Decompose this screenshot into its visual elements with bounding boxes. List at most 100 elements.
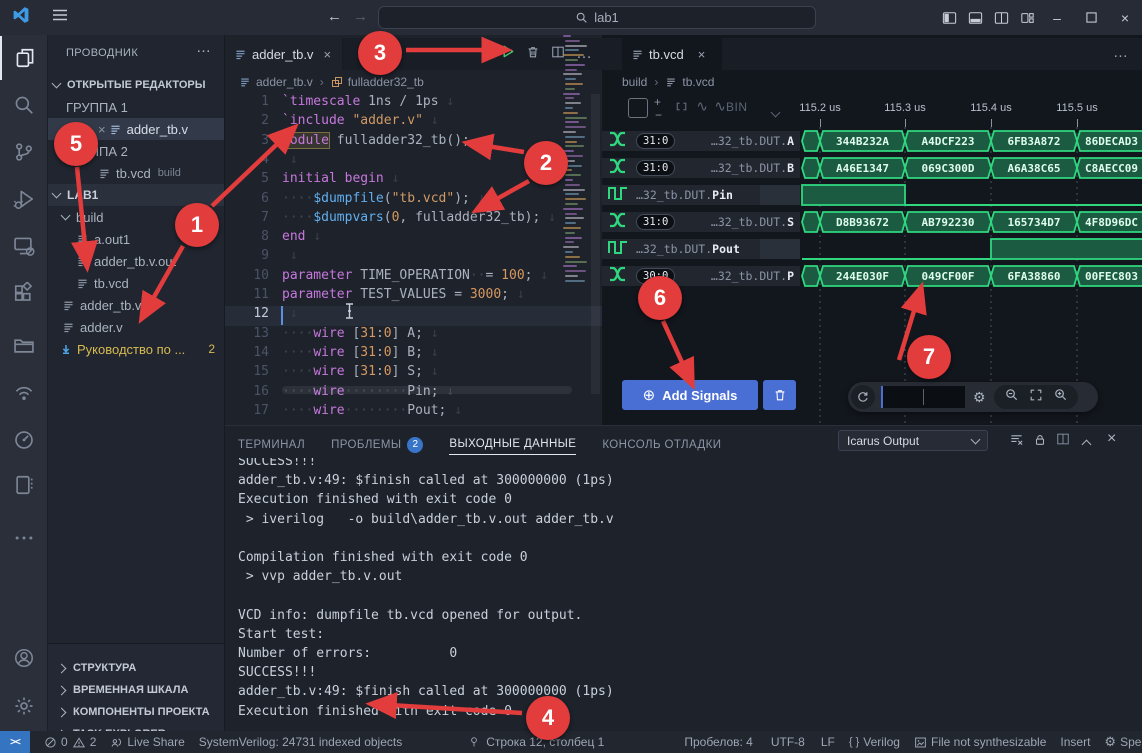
panel-tab-терминал[interactable]: ТЕРМИНАЛ bbox=[238, 439, 305, 451]
signal-row-Pin[interactable]: …32_tb.DUT.Pin bbox=[602, 185, 800, 205]
tree-item-build[interactable]: build bbox=[48, 206, 225, 228]
command-search-box[interactable]: lab1 bbox=[378, 6, 816, 29]
tree-item--...[interactable]: Руководство по ...2 bbox=[48, 338, 225, 360]
cursor-position[interactable]: Строка 12, столбец 1 bbox=[486, 735, 604, 749]
nav-forward-icon[interactable]: → bbox=[353, 8, 368, 25]
panel-tab-проблемы[interactable]: ПРОБЛЕМЫ2 bbox=[331, 437, 423, 453]
tree-item--2[interactable]: ГРУППА 2 bbox=[48, 140, 225, 162]
run-button[interactable] bbox=[500, 44, 515, 64]
delete-signals-button[interactable] bbox=[763, 380, 796, 410]
lock-icon[interactable] bbox=[1033, 432, 1047, 452]
code-editor[interactable]: 1`timescale 1ns / 1ps ↓2`include "adder.… bbox=[225, 94, 602, 425]
activity-wireless-icon[interactable] bbox=[0, 370, 48, 414]
signal-row-Pout[interactable]: …32_tb.DUT.Pout bbox=[602, 239, 800, 259]
tree-item-adder_tb.v.out[interactable]: adder_tb.v.out bbox=[48, 250, 225, 272]
zoom-out-button[interactable] bbox=[1004, 387, 1019, 407]
refresh-button[interactable] bbox=[851, 385, 875, 409]
output-channel-select[interactable]: Icarus Output bbox=[838, 430, 988, 451]
breadcrumb-symbol[interactable]: fulladder32_tb bbox=[348, 75, 424, 89]
goto-symbol-icon[interactable] bbox=[468, 735, 480, 749]
tree-item-a.out1[interactable]: a.out1 bbox=[48, 228, 225, 250]
gear-icon[interactable]: ⚙ bbox=[973, 389, 986, 406]
close-panel-icon[interactable]: × bbox=[1107, 430, 1116, 448]
close-icon[interactable]: × bbox=[98, 122, 106, 137]
toggle-sidebar-icon[interactable] bbox=[936, 0, 962, 35]
tab-tb-vcd[interactable]: tb.vcd × bbox=[622, 38, 722, 70]
problems-status[interactable]: 0 2 bbox=[44, 735, 96, 749]
clear-output-icon[interactable] bbox=[1009, 432, 1024, 452]
wave-breadcrumb[interactable]: build › tb.vcd bbox=[622, 70, 1122, 94]
explorer-more-actions-icon[interactable]: … bbox=[196, 39, 211, 56]
signal-row-S[interactable]: 31:0…32_tb.DUT.S bbox=[602, 212, 800, 232]
minimize-button[interactable]: – bbox=[1040, 0, 1074, 35]
tree-item-adder_tb.v[interactable]: adder_tb.v bbox=[48, 294, 225, 316]
tree-item-adder.v[interactable]: adder.v bbox=[48, 316, 225, 338]
editor-scrollbar[interactable] bbox=[591, 94, 600, 394]
add-signals-button[interactable]: ⊕ Add Signals bbox=[622, 380, 758, 410]
activity-timer-icon[interactable] bbox=[0, 418, 48, 462]
breadcrumb-file[interactable]: tb.vcd bbox=[682, 75, 714, 89]
live-share-status[interactable]: Live Share bbox=[110, 735, 184, 749]
menu-icon[interactable] bbox=[52, 8, 68, 27]
tab-adder-tb-v[interactable]: adder_tb.v × bbox=[225, 38, 343, 70]
wave-more-actions-icon[interactable]: … bbox=[1113, 44, 1128, 61]
tree-item-tb.vcd[interactable]: tb.vcd bbox=[48, 272, 225, 294]
eol-status[interactable]: LF bbox=[821, 735, 835, 749]
zoom-in-button[interactable] bbox=[1053, 387, 1068, 407]
tree-item-tb.vcd[interactable]: tb.vcdbuild bbox=[48, 162, 225, 184]
customize-layout-icon[interactable] bbox=[1014, 0, 1040, 35]
tree-item--[interactable]: ОТКРЫТЫЕ РЕДАКТОРЫ bbox=[48, 74, 225, 96]
panel-tab-консоль-отладки[interactable]: КОНСОЛЬ ОТЛАДКИ bbox=[602, 439, 721, 451]
activity-project-folder-icon[interactable] bbox=[0, 323, 48, 367]
maximize-panel-icon[interactable] bbox=[1083, 435, 1090, 453]
trash-icon[interactable] bbox=[526, 45, 540, 64]
activity-remote-explorer-icon[interactable] bbox=[0, 224, 48, 268]
breadcrumb[interactable]: adder_tb.v › fulladder32_tb bbox=[225, 70, 602, 94]
collapse-icon[interactable]: − bbox=[655, 108, 662, 122]
signal-row-A[interactable]: 31:0…32_tb.DUT.A bbox=[602, 131, 800, 151]
sidebar-section-task-explorer[interactable]: TASK EXPLORER bbox=[48, 723, 225, 731]
tree-item-lab1[interactable]: LAB1 bbox=[48, 184, 225, 206]
indexer-status[interactable]: SystemVerilog: 24731 indexed objects bbox=[199, 735, 402, 749]
activity-extensions-icon[interactable] bbox=[0, 271, 48, 315]
breadcrumb-folder[interactable]: build bbox=[622, 75, 647, 89]
tab-close-icon[interactable]: × bbox=[323, 47, 331, 62]
remote-indicator[interactable]: >< bbox=[0, 731, 30, 753]
minimap[interactable] bbox=[563, 35, 589, 295]
time-input[interactable] bbox=[881, 386, 965, 408]
toggle-secondary-sidebar-icon[interactable] bbox=[988, 0, 1014, 35]
toggle-panel-icon[interactable] bbox=[962, 0, 988, 35]
language-mode[interactable]: { }Verilog bbox=[849, 735, 900, 749]
sidebar-section-структура[interactable]: СТРУКТУРА bbox=[48, 657, 225, 679]
select-all-checkbox[interactable] bbox=[628, 98, 648, 118]
tree-item--1[interactable]: ГРУППА 1 bbox=[48, 96, 225, 118]
maximize-button[interactable] bbox=[1074, 0, 1108, 35]
expand-icon[interactable]: + bbox=[654, 95, 661, 109]
activity-notebook-icon[interactable] bbox=[0, 463, 48, 507]
synthesis-status[interactable]: File not synthesizable bbox=[914, 735, 1046, 749]
activity-source-control-icon[interactable] bbox=[0, 130, 48, 174]
signal-row-B[interactable]: 31:0…32_tb.DUT.B bbox=[602, 158, 800, 178]
encoding-status[interactable]: UTF-8 bbox=[771, 735, 805, 749]
editor-horizontal-scrollbar[interactable] bbox=[282, 386, 572, 394]
tree-item-adder_tb.v[interactable]: ×adder_tb.v bbox=[48, 118, 225, 140]
spell-status[interactable]: ⚙Spell bbox=[1104, 734, 1142, 750]
tab-close-icon[interactable]: × bbox=[698, 47, 706, 62]
zoom-fit-button[interactable] bbox=[1029, 388, 1043, 407]
activity-search-icon[interactable] bbox=[0, 83, 48, 127]
activity-files-icon[interactable] bbox=[0, 36, 48, 80]
activity-settings-icon[interactable] bbox=[0, 684, 48, 728]
breadcrumb-file[interactable]: adder_tb.v bbox=[256, 75, 313, 89]
indentation-status[interactable]: Пробелов: 4 bbox=[684, 735, 753, 749]
open-in-editor-icon[interactable] bbox=[1056, 432, 1070, 451]
radix-select[interactable]: BIN bbox=[726, 100, 748, 114]
signal-row-P[interactable]: 30:0…32_tb.DUT.P bbox=[602, 266, 800, 286]
insert-mode[interactable]: Insert bbox=[1060, 735, 1090, 749]
activity-account-icon[interactable] bbox=[0, 636, 48, 680]
nav-back-icon[interactable]: ← bbox=[327, 8, 342, 25]
sidebar-section-компоненты-проекта[interactable]: КОМПОНЕНТЫ ПРОЕКТА bbox=[48, 701, 225, 723]
marker-icon[interactable] bbox=[674, 99, 689, 119]
wave-canvas[interactable]: 344B232AA4DCF2236FB3A87286DECAD3A46E1347… bbox=[800, 127, 1142, 425]
activity-more-icon[interactable] bbox=[0, 516, 48, 560]
sidebar-section-временная-шкала[interactable]: ВРЕМЕННАЯ ШКАЛА bbox=[48, 679, 225, 701]
